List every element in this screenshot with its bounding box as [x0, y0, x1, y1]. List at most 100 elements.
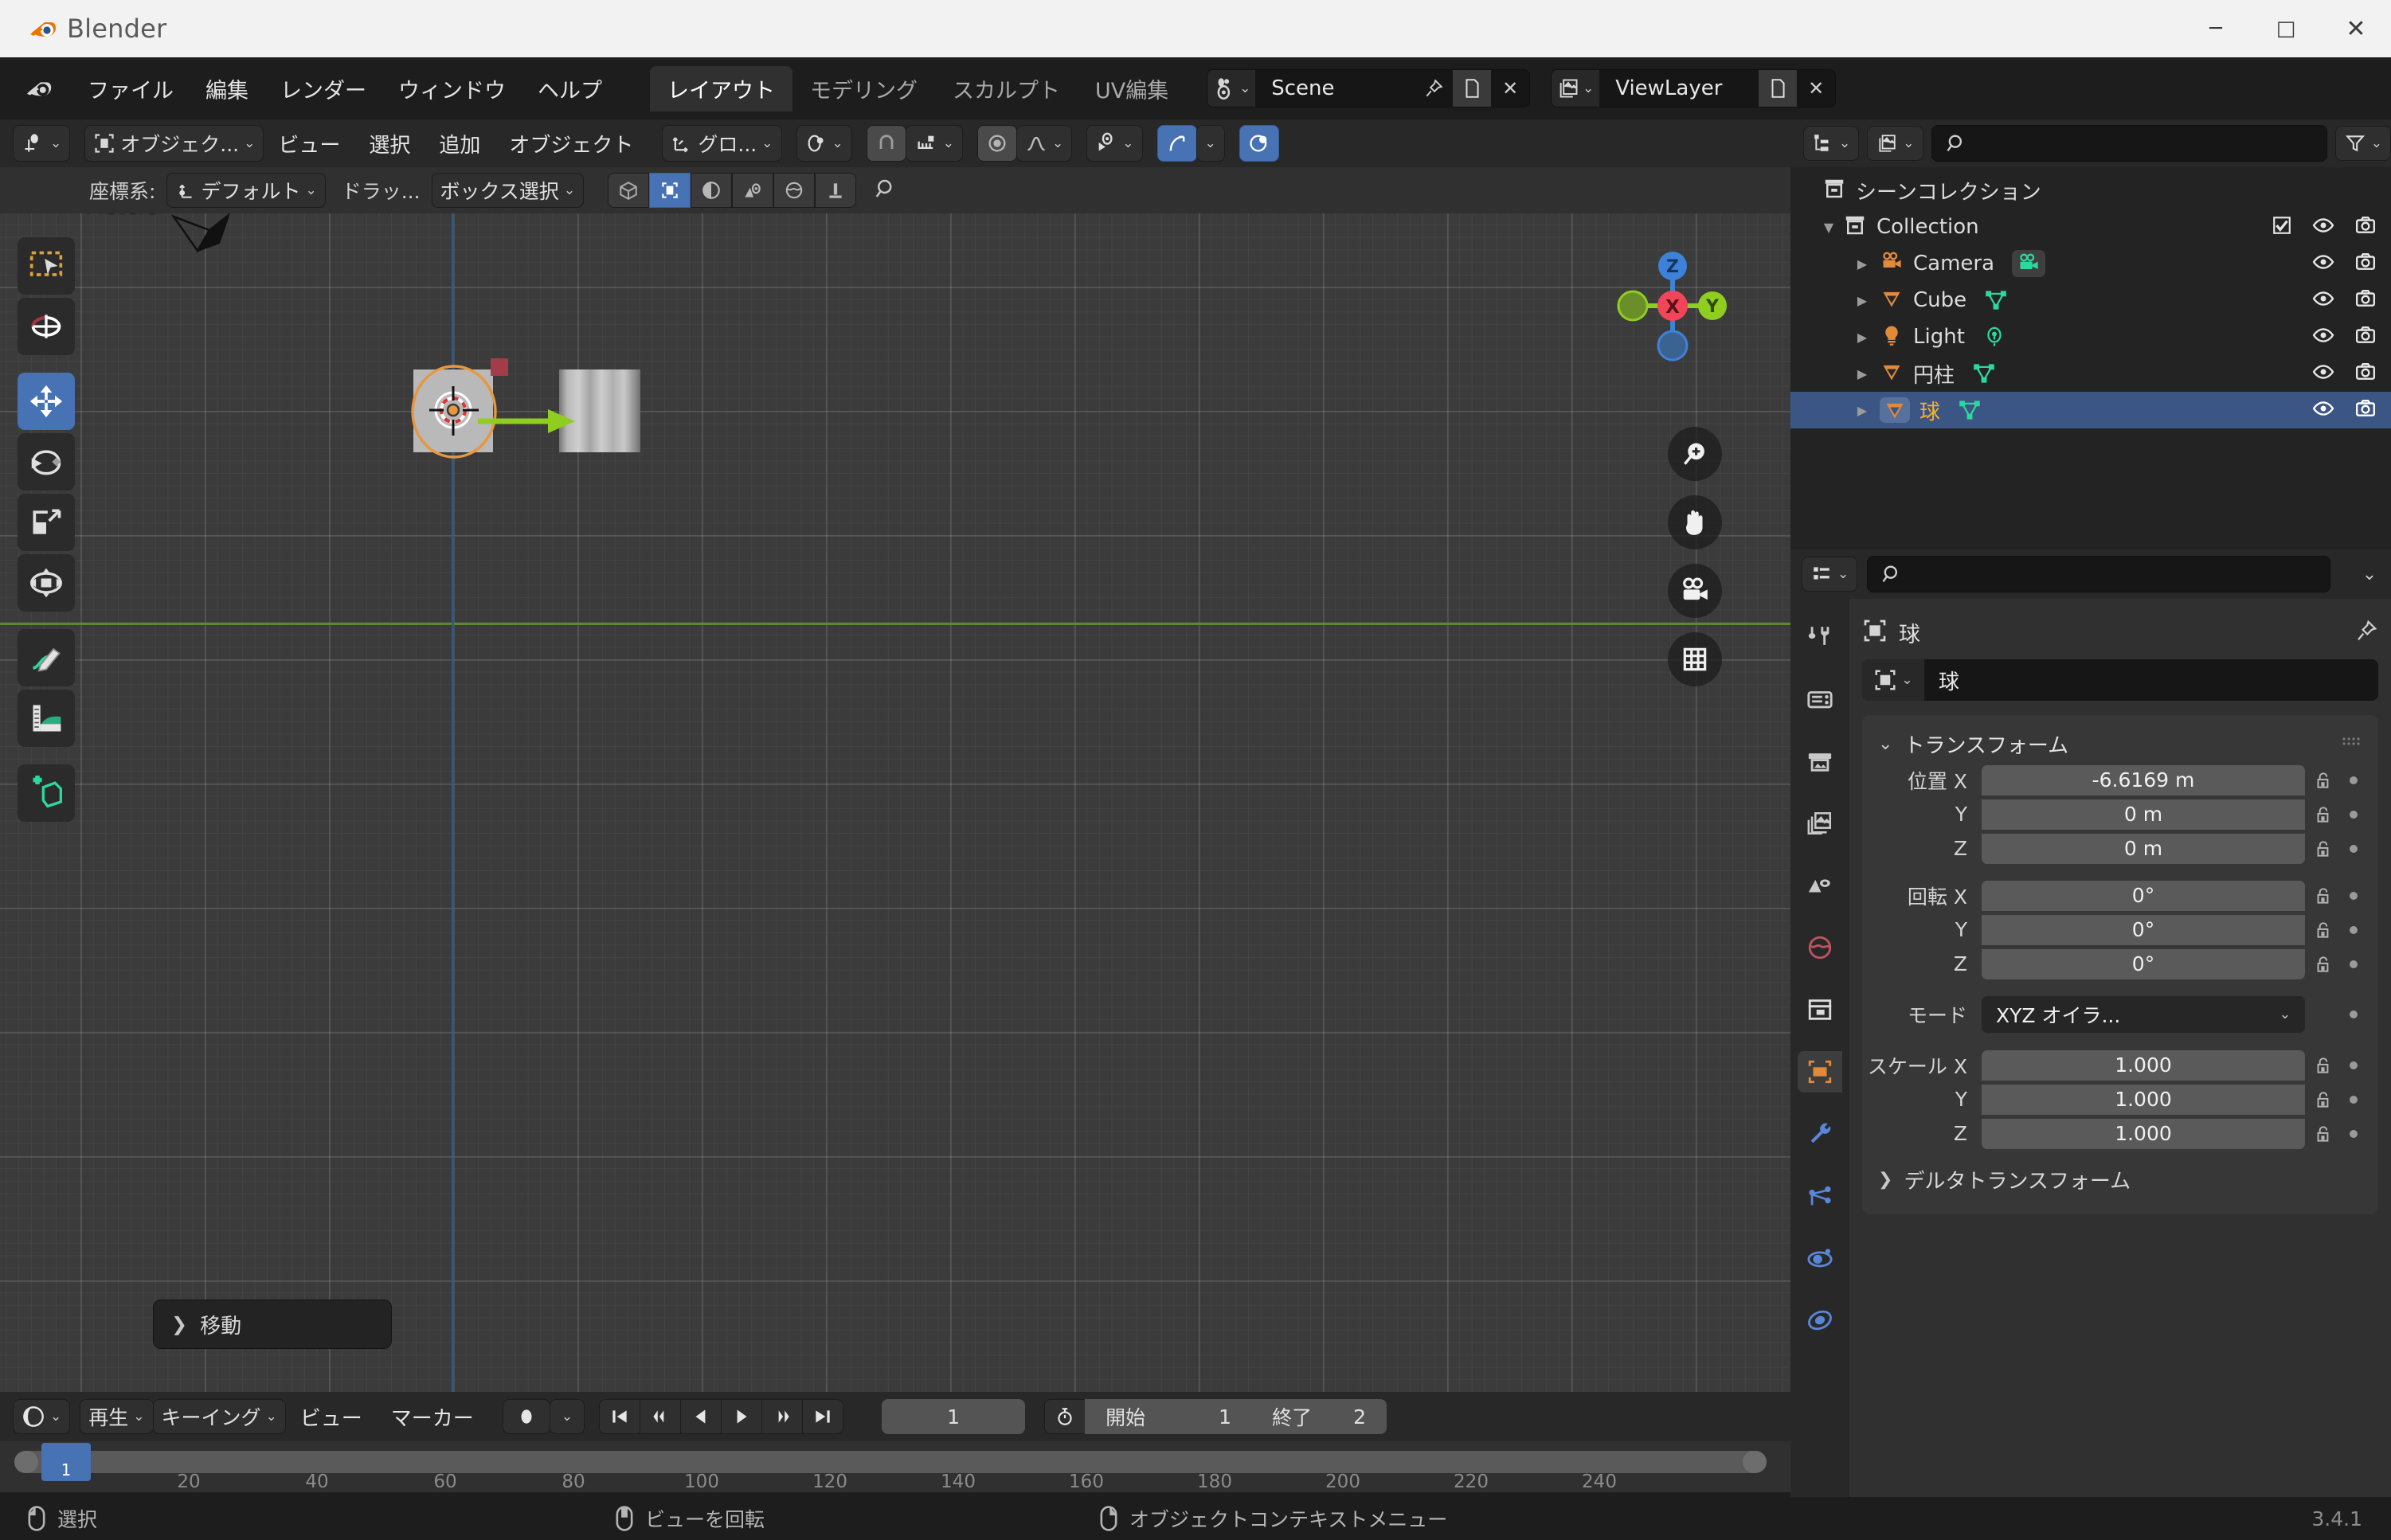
tab-layout[interactable]: レイアウト	[650, 65, 792, 111]
render-tab[interactable]	[1798, 678, 1842, 720]
object-name-field[interactable]: ⌄ 球	[1862, 659, 2378, 701]
shading-rendered-icon[interactable]	[732, 173, 774, 208]
prev-keyframe-button[interactable]	[640, 1399, 682, 1434]
view-layer-icon[interactable]: ⌄	[1552, 70, 1600, 107]
camera-render-icon[interactable]	[2354, 215, 2377, 239]
light-data-icon[interactable]	[1982, 326, 2006, 348]
current-frame-field[interactable]: 1	[882, 1399, 1026, 1434]
menu-help[interactable]: ヘルプ	[522, 70, 618, 107]
outliner-row-scene-collection[interactable]: シーンコレクション	[1790, 172, 2391, 209]
animate-dot-icon[interactable]	[2342, 810, 2366, 819]
disclosure-triangle-icon[interactable]: ▶	[1853, 293, 1872, 308]
location-x-value[interactable]: -6.6169 m	[1982, 764, 2305, 795]
rotation-z-row[interactable]: Z 0°	[1862, 947, 2378, 981]
scrollbar-grip-left[interactable]	[14, 1451, 38, 1473]
rotation-y-value[interactable]: 0°	[1982, 914, 2305, 945]
lock-icon[interactable]	[2305, 838, 2342, 859]
delta-transform-header[interactable]: ❯ デルタトランスフォーム	[1862, 1159, 2378, 1200]
animate-dot-icon[interactable]	[2342, 1095, 2366, 1104]
scale-x-value[interactable]: 1.000	[1982, 1049, 2305, 1081]
world-tab[interactable]	[1798, 927, 1842, 968]
add-cube-tool[interactable]	[18, 764, 75, 822]
lock-icon[interactable]	[2305, 885, 2342, 906]
particles-tab[interactable]	[1798, 1175, 1842, 1217]
animate-dot-icon[interactable]	[2342, 891, 2366, 900]
shading-material-icon[interactable]	[691, 173, 733, 208]
lock-icon[interactable]	[2305, 1089, 2342, 1110]
pin-properties-icon[interactable]	[2354, 619, 2378, 646]
eye-icon[interactable]	[2311, 362, 2335, 385]
next-keyframe-button[interactable]	[761, 1399, 804, 1434]
shading-solid-icon[interactable]	[649, 173, 691, 208]
transform-tool[interactable]	[18, 554, 75, 612]
falloff-dropdown[interactable]: ⌄	[1016, 125, 1073, 162]
pivot-point-dropdown[interactable]: ⌄	[796, 125, 852, 162]
scene-icon[interactable]: ⌄	[1207, 70, 1256, 107]
physics-tab[interactable]	[1798, 1237, 1842, 1279]
tab-uv-editing[interactable]: UV編集	[1078, 66, 1186, 111]
scale-z-row[interactable]: Z 1.000	[1862, 1116, 2378, 1151]
outliner-row-cube[interactable]: ▶ Cube	[1790, 282, 2391, 319]
eye-icon[interactable]	[2311, 215, 2335, 239]
rotate-tool[interactable]	[18, 433, 75, 491]
shading-options-icon[interactable]	[815, 173, 857, 208]
cube-object[interactable]	[491, 358, 508, 376]
camera-render-icon[interactable]	[2354, 398, 2377, 422]
animate-dot-icon[interactable]	[2342, 1061, 2366, 1069]
new-scene-icon[interactable]	[1453, 70, 1492, 107]
chevron-right-icon[interactable]: ❯	[1878, 1170, 1892, 1190]
editor-type-icon[interactable]: ⌄	[13, 125, 71, 162]
output-tab[interactable]	[1798, 741, 1842, 782]
eye-icon[interactable]	[2311, 252, 2335, 276]
drag-handle-icon[interactable]	[2342, 736, 2362, 752]
scale-z-value[interactable]: 1.000	[1982, 1118, 2305, 1149]
lock-icon[interactable]	[2305, 920, 2342, 940]
eye-icon[interactable]	[2311, 325, 2335, 349]
scene-tab[interactable]	[1798, 865, 1842, 906]
location-y-value[interactable]: 0 m	[1982, 799, 2305, 830]
close-button[interactable]: ✕	[2321, 0, 2391, 57]
mesh-data-icon[interactable]	[1958, 399, 1982, 421]
snap-target-dropdown[interactable]: ⌄	[905, 125, 963, 162]
collection-tab[interactable]	[1798, 989, 1842, 1030]
outliner-tree[interactable]: シーンコレクション ▼ Collection ▶ Camera ▶ Cube ▶…	[1790, 167, 2391, 549]
disclosure-triangle-icon[interactable]: ▶	[1853, 366, 1872, 381]
eye-icon[interactable]	[2311, 398, 2335, 422]
location-y-row[interactable]: Y 0 m	[1862, 797, 2378, 831]
gizmo-toggle[interactable]	[1156, 125, 1197, 162]
chevron-down-icon[interactable]: ⌄	[1878, 734, 1892, 754]
lock-icon[interactable]	[2305, 954, 2342, 975]
jump-end-button[interactable]	[802, 1399, 844, 1434]
tool-tab[interactable]	[1798, 616, 1842, 658]
drag-mode-dropdown[interactable]: ボックス選択 ⌄	[431, 173, 585, 208]
viewport-menu-object[interactable]: オブジェクト	[495, 129, 648, 158]
animate-dot-icon[interactable]	[2342, 1010, 2366, 1018]
camera-object-wireframe[interactable]	[171, 213, 243, 260]
maximize-button[interactable]: □	[2251, 0, 2321, 57]
lock-icon[interactable]	[2305, 1124, 2342, 1144]
lock-icon[interactable]	[2305, 1055, 2342, 1076]
viewlayer-name[interactable]: ViewLayer	[1599, 76, 1759, 100]
rotation-mode-value[interactable]: XYZ オイラ... ⌄	[1982, 996, 2305, 1033]
scale-x-row[interactable]: スケール X 1.000	[1862, 1048, 2378, 1082]
navigation-gizmo[interactable]: Z Y X	[1601, 234, 1744, 377]
gizmo-dropdown[interactable]: ⌄	[1196, 125, 1225, 162]
start-frame-field[interactable]: 開始 1	[1085, 1399, 1253, 1434]
move-gizmo-y-arrow[interactable]	[478, 401, 581, 441]
mesh-data-icon[interactable]	[1972, 362, 1996, 385]
transform-panel-header[interactable]: ⌄ トランスフォーム	[1862, 725, 2378, 763]
timeline-playback-dropdown[interactable]: 再生 ⌄	[80, 1399, 154, 1434]
zoom-icon[interactable]	[1668, 427, 1722, 481]
object-mode-dropdown[interactable]: オブジェク... ⌄	[84, 125, 264, 162]
camera-render-icon[interactable]	[2354, 325, 2377, 349]
measure-tool[interactable]	[18, 690, 75, 747]
properties-options-icon[interactable]: ⌄	[2348, 565, 2391, 584]
camera-data-icon[interactable]	[2012, 250, 2046, 277]
location-x-row[interactable]: 位置 X -6.6169 m	[1862, 763, 2378, 797]
object-name-value[interactable]: 球	[1924, 659, 2378, 701]
transform-orientation-dropdown[interactable]: グロ... ⌄	[662, 125, 782, 162]
disclosure-triangle-icon[interactable]: ▶	[1853, 403, 1872, 418]
delete-scene-icon[interactable]: ✕	[1491, 70, 1529, 107]
play-reverse-button[interactable]	[680, 1399, 722, 1434]
collection-checkbox[interactable]	[2272, 215, 2292, 239]
